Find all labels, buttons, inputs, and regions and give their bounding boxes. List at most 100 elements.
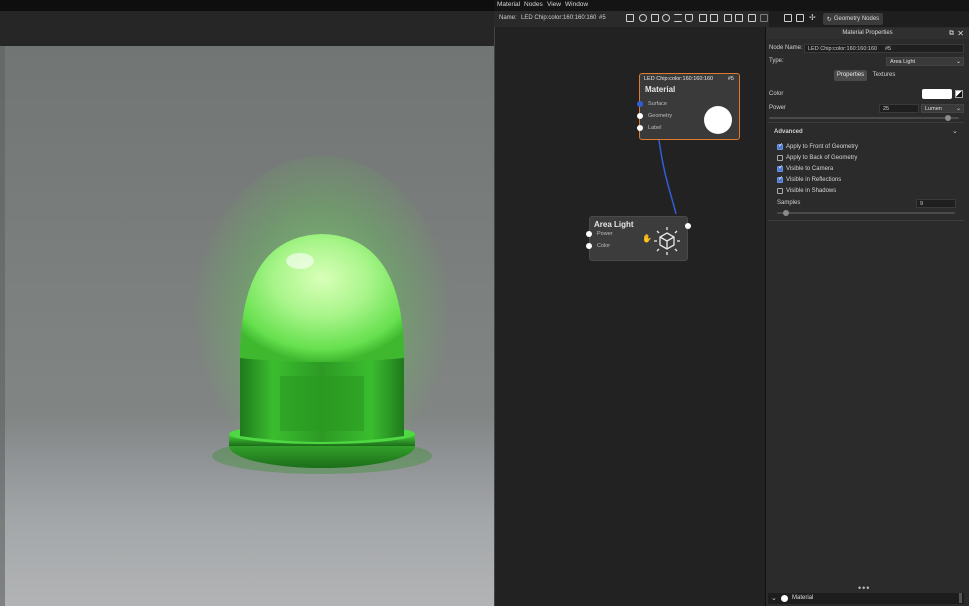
samples-input[interactable]: 9 xyxy=(916,199,956,208)
section-divider xyxy=(768,220,964,221)
apply-front-checkbox[interactable] xyxy=(777,142,783,150)
distribute-icon[interactable] xyxy=(760,14,768,22)
color-label: Color xyxy=(769,91,784,97)
material-node-title: Material xyxy=(645,85,676,94)
samples-label: Samples xyxy=(777,200,801,206)
pin-icon[interactable]: ✢ xyxy=(809,13,816,22)
material-sphere-icon xyxy=(781,595,788,602)
material-properties-panel xyxy=(765,27,969,606)
color-swatch[interactable] xyxy=(922,89,952,99)
more-dots-icon[interactable]: ••• xyxy=(858,583,870,593)
target-icon[interactable] xyxy=(662,14,670,22)
power-slider-knob[interactable] xyxy=(944,115,951,121)
name-value: LED Chip:color:160:160:160 xyxy=(521,15,597,21)
material-tree-row[interactable]: ⌄ Material xyxy=(768,593,964,604)
power-socket-label: Power xyxy=(597,231,613,237)
section-divider xyxy=(768,122,964,123)
scrollbar[interactable] xyxy=(959,593,962,603)
visible-shadows-checkbox[interactable] xyxy=(777,188,783,194)
power-label: Power xyxy=(769,105,787,111)
material-node-header-id: #5 xyxy=(727,76,734,82)
chevron-down-icon: ⌄ xyxy=(955,106,961,112)
node-name-field[interactable]: LED Chip:color:160:160:160 #5 xyxy=(804,44,964,53)
menu-bar: Material Nodes View Window xyxy=(494,0,969,11)
power-unit-value: Lumen xyxy=(925,106,942,112)
visible-reflections-label: Visible in Reflections xyxy=(786,177,842,183)
led-bulb-render xyxy=(192,156,452,496)
surface-socket-label: Surface xyxy=(648,101,667,107)
sphere-icon[interactable] xyxy=(639,14,647,22)
delete-icon[interactable] xyxy=(710,14,718,22)
apply-back-checkbox[interactable] xyxy=(777,155,783,161)
panel-title-text: Material Properties xyxy=(842,30,893,36)
type-value: Area Light xyxy=(890,59,916,65)
group-icon[interactable] xyxy=(724,14,732,22)
area-light-node[interactable]: Area Light Power Color ✋ xyxy=(586,216,691,261)
area-light-output-socket[interactable] xyxy=(685,223,691,229)
color-socket[interactable] xyxy=(586,243,592,249)
sliders-icon[interactable] xyxy=(674,14,682,22)
node-name-label: Node Name: xyxy=(769,45,803,51)
geometry-socket[interactable] xyxy=(637,113,643,119)
geometry-nodes-label: Geometry Nodes xyxy=(833,16,880,22)
node-editor-toolbar: Name: LED Chip:color:160:160:160 #5 xyxy=(494,11,769,28)
menu-material[interactable]: Material xyxy=(497,1,520,8)
apply-front-label: Apply to Front of Geometry xyxy=(786,144,859,150)
label-socket[interactable] xyxy=(637,125,643,131)
type-label: Type: xyxy=(769,58,784,64)
tab-properties[interactable]: Properties xyxy=(834,70,867,81)
material-node-header: LED Chip:color:160:160:160 #5 xyxy=(640,74,739,84)
save-icon[interactable] xyxy=(626,14,634,22)
frame-icon[interactable] xyxy=(784,14,792,22)
area-light-node-title: Area Light xyxy=(594,220,634,229)
checker-icon[interactable] xyxy=(651,14,659,22)
label-socket-label: Label xyxy=(648,125,662,131)
power-input[interactable]: 25 xyxy=(879,104,919,113)
render-viewport[interactable] xyxy=(0,46,494,606)
color-picker-icon[interactable] xyxy=(955,90,963,98)
layout-icon[interactable] xyxy=(796,14,804,22)
name-label: Name: xyxy=(499,15,517,21)
visible-camera-checkbox[interactable] xyxy=(777,164,783,172)
visible-camera-label: Visible to Camera xyxy=(786,166,834,172)
samples-slider[interactable] xyxy=(777,212,955,214)
name-id: #5 xyxy=(599,15,606,21)
apply-back-label: Apply to Back of Geometry xyxy=(786,155,858,161)
power-slider[interactable] xyxy=(769,117,959,119)
hand-cursor-icon: ✋ xyxy=(642,234,652,243)
ungroup-icon[interactable] xyxy=(735,14,743,22)
refresh-icon: ↻ xyxy=(826,16,832,23)
menu-view[interactable]: View xyxy=(547,1,561,8)
chevron-down-icon[interactable]: ⌄ xyxy=(952,127,958,135)
power-socket[interactable] xyxy=(586,231,592,237)
visible-shadows-label: Visible in Shadows xyxy=(786,188,837,194)
panel-title: Material Properties ⧉ ✕ xyxy=(766,28,969,39)
material-tree-label: Material xyxy=(792,595,814,601)
close-icon[interactable]: ✕ xyxy=(957,28,964,39)
chevron-down-icon: ⌄ xyxy=(955,59,961,65)
viewport-edge-strip xyxy=(0,46,5,606)
undock-icon[interactable]: ⧉ xyxy=(949,28,954,39)
menu-window[interactable]: Window xyxy=(565,1,588,8)
copy-icon[interactable] xyxy=(699,14,707,22)
color-socket-label: Color xyxy=(597,243,611,249)
viewport-header xyxy=(0,11,494,46)
power-unit-dropdown[interactable]: Lumen ⌄ xyxy=(921,104,964,113)
samples-slider-knob[interactable] xyxy=(782,210,789,216)
node-link xyxy=(658,139,677,215)
expand-chevron-icon[interactable]: ⌄ xyxy=(771,594,777,602)
node-name-value: LED Chip:color:160:160:160 xyxy=(808,46,878,52)
geometry-nodes-button[interactable]: ↻ Geometry Nodes xyxy=(823,13,883,25)
advanced-section-label[interactable]: Advanced xyxy=(774,129,803,135)
material-node[interactable]: LED Chip:color:160:160:160 #5 Material S… xyxy=(637,73,740,140)
type-dropdown[interactable]: Area Light ⌄ xyxy=(886,57,964,66)
visible-reflections-checkbox[interactable] xyxy=(777,175,783,183)
align-icon[interactable] xyxy=(748,14,756,22)
geometry-socket-label: Geometry xyxy=(648,113,673,119)
flask-icon[interactable] xyxy=(685,14,693,22)
tab-textures[interactable]: Textures xyxy=(869,70,899,81)
menu-nodes[interactable]: Nodes xyxy=(524,1,543,8)
material-node-header-name: LED Chip:color:160:160:160 xyxy=(644,76,714,82)
surface-socket[interactable] xyxy=(637,101,643,107)
node-name-id: #5 xyxy=(885,46,892,52)
